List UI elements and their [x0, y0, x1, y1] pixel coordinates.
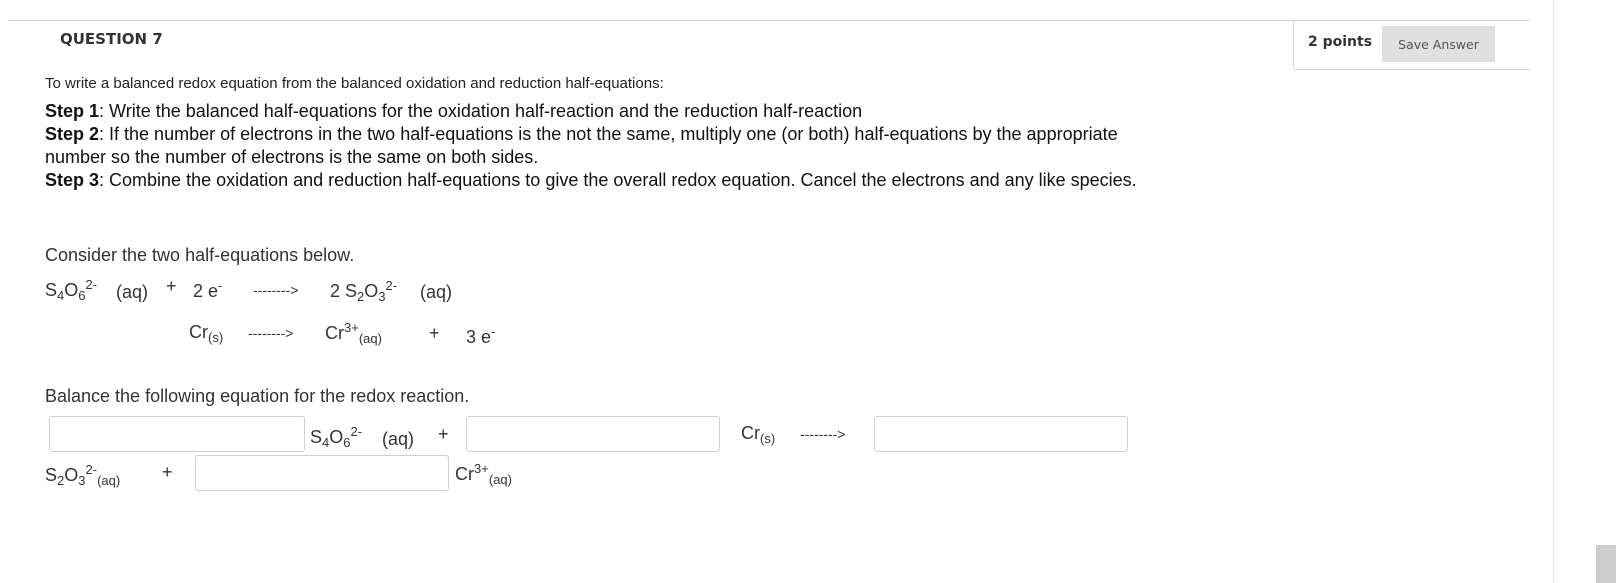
- species-cr-3-plus: Cr3+(aq): [455, 461, 512, 487]
- consider-text: Consider the two half-equations below.: [45, 245, 355, 265]
- electrons-2: 2 e-: [193, 278, 223, 301]
- plus-sign: +: [429, 323, 440, 343]
- plus-sign: +: [162, 462, 173, 482]
- species-s4o6-2-minus: S4O62-: [310, 424, 363, 450]
- reaction-arrow: -------->: [253, 282, 299, 298]
- points-value: 2 points: [1308, 34, 1373, 50]
- step-3: Step 3: Combine the oxidation and reduct…: [45, 169, 1155, 192]
- electrons-3: 3 e-: [466, 324, 496, 347]
- coefficient-cr3-input[interactable]: [195, 455, 449, 491]
- scrollbar-thumb[interactable]: [1596, 545, 1616, 583]
- species-cr-solid: Cr(s): [741, 423, 776, 446]
- species-cr-3-plus: Cr3+(aq): [325, 320, 382, 346]
- step-2-label: Step 2: [45, 124, 100, 144]
- species-s4o6-2-minus: S4O62-: [45, 277, 98, 303]
- species-2-s2o3-2-minus: 2 S2O32-: [330, 278, 398, 304]
- coefficient-cr-input[interactable]: [466, 416, 720, 452]
- step-2-text: : If the number of electrons in the two …: [45, 124, 1118, 167]
- plus-sign: +: [438, 424, 449, 444]
- state-aq: (aq): [420, 282, 453, 302]
- species-s2o3-2-minus: S2O32-(aq): [45, 462, 121, 488]
- reaction-arrow: -------->: [800, 426, 846, 442]
- intro-text: To write a balanced redox equation from …: [45, 75, 664, 92]
- step-1-text: : Write the balanced half-equations for …: [99, 101, 863, 121]
- points-panel: 2 points Save Answer: [1293, 21, 1531, 70]
- content-right-border: [1553, 0, 1554, 583]
- step-3-text: : Combine the oxidation and reduction ha…: [99, 170, 1137, 190]
- step-1: Step 1: Write the balanced half-equation…: [45, 100, 1155, 123]
- state-aq: (aq): [382, 429, 415, 449]
- balance-instruction: Balance the following equation for the r…: [45, 386, 470, 406]
- steps-list: Step 1: Write the balanced half-equation…: [45, 100, 1155, 192]
- state-aq: (aq): [116, 282, 149, 302]
- plus-sign: +: [166, 276, 177, 296]
- question-title: QUESTION 7: [60, 30, 163, 48]
- step-3-label: Step 3: [45, 170, 100, 190]
- coefficient-s4o6-input[interactable]: [49, 416, 305, 452]
- species-cr-solid: Cr(s): [189, 322, 224, 345]
- step-1-label: Step 1: [45, 101, 100, 121]
- reaction-arrow: -------->: [248, 325, 294, 341]
- save-answer-button[interactable]: Save Answer: [1382, 26, 1495, 62]
- step-2: Step 2: If the number of electrons in th…: [45, 123, 1155, 169]
- coefficient-s2o3-input[interactable]: [874, 416, 1128, 452]
